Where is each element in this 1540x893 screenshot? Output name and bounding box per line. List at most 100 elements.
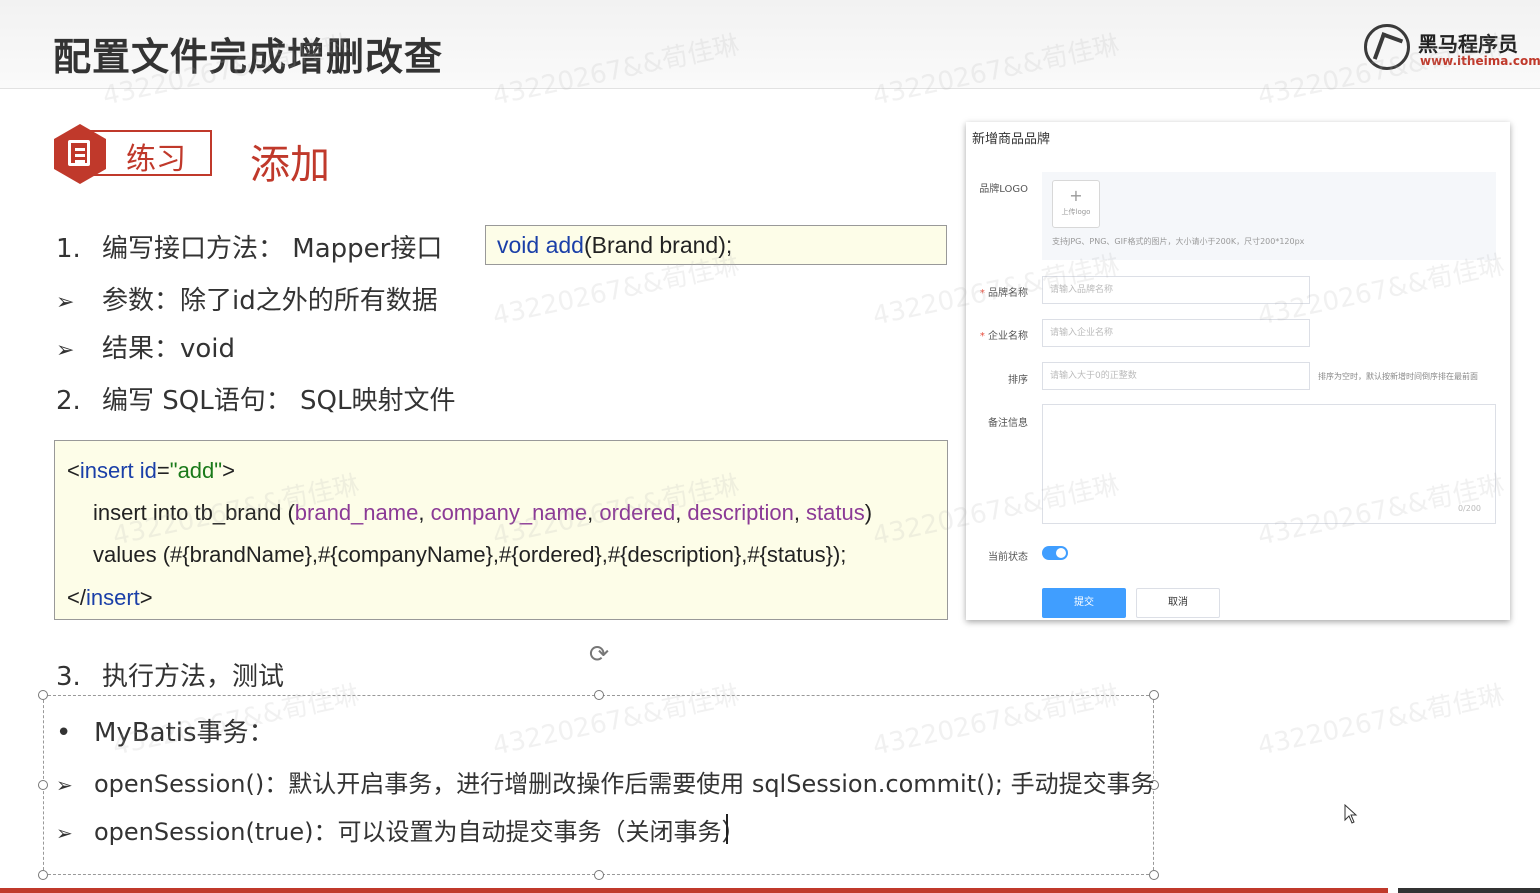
- code-string: "add": [169, 458, 223, 483]
- code-tag: insert: [85, 585, 140, 610]
- company-name-label-text: 企业名称: [988, 331, 1028, 342]
- code-punct: ,: [587, 500, 600, 525]
- submit-button[interactable]: 提交: [1042, 588, 1126, 618]
- logo-name: 黑马程序员: [1418, 32, 1518, 56]
- char-count: 0/200: [1457, 504, 1481, 513]
- param-item: ➢ 参数：除了id之外的所有数据: [56, 280, 438, 317]
- code-punct: >: [139, 585, 153, 610]
- brand-name-label: * 品牌名称: [970, 284, 1028, 299]
- code-line-4: </insert>: [67, 585, 153, 611]
- watermark: 43220267&&荀佳琳: [1255, 680, 1507, 762]
- step-number: 2.: [56, 386, 81, 416]
- result-text: 结果：void: [102, 334, 236, 364]
- order-label: 排序: [1008, 375, 1028, 386]
- status-toggle[interactable]: [1042, 546, 1068, 560]
- code-column: status: [806, 500, 865, 525]
- required-mark: *: [979, 331, 985, 342]
- step-3: 3. 执行方法，测试: [56, 656, 284, 693]
- open-session-true-item: ➢ openSession(true)：可以设置为自动提交事务（关闭事务）: [56, 812, 745, 847]
- step-text: 编写 SQL语句： SQL映射文件: [102, 386, 456, 416]
- horse-logo-icon: [1364, 24, 1410, 70]
- brand-name-input[interactable]: 请输入品牌名称: [1042, 276, 1310, 304]
- slide-title: 配置文件完成增删改查: [53, 35, 444, 79]
- bottom-dark-bar: [1398, 888, 1540, 893]
- code-attr: id: [133, 458, 157, 483]
- code-line-1: <insert id="add">: [67, 458, 235, 484]
- code-punct: =: [156, 458, 170, 483]
- brand-logo: 黑马程序员 www.itheima.com: [1364, 22, 1540, 74]
- mouse-cursor-icon: [1344, 804, 1358, 824]
- arrow-bullet-icon: ➢: [56, 290, 75, 315]
- bottom-accent-bar: [0, 888, 1388, 893]
- text-caret: [726, 814, 728, 844]
- code-punct: ,: [418, 500, 431, 525]
- rotate-handle-icon[interactable]: ⟳: [585, 640, 613, 668]
- resize-handle-n[interactable]: [594, 690, 604, 700]
- code-punct: ,: [793, 500, 807, 525]
- upload-hint: 支持JPG、PNG、GIF格式的图片，大小请小于200K，尺寸200*120px: [1052, 237, 1305, 246]
- step-2: 2. 编写 SQL语句： SQL映射文件: [56, 380, 455, 417]
- brand-name-label-text: 品牌名称: [988, 288, 1028, 299]
- code-punct: >: [222, 458, 235, 483]
- resize-handle-w[interactable]: [38, 780, 48, 790]
- code-column: ordered: [599, 500, 676, 525]
- code-column: brand_name: [294, 500, 419, 525]
- step-number: 1.: [56, 234, 81, 264]
- logo-url: www.itheima.com: [1420, 54, 1540, 68]
- code-tag: insert: [79, 458, 134, 483]
- bullet-dot: •: [56, 718, 72, 748]
- step-text: 编写接口方法： Mapper接口: [102, 234, 443, 264]
- cancel-button[interactable]: 取消: [1136, 588, 1220, 618]
- transaction-title: • MyBatis事务：: [56, 712, 275, 749]
- code-text: insert into tb_brand (: [93, 500, 295, 525]
- param-text: 参数：除了id之外的所有数据: [102, 286, 438, 316]
- section-title: 添加: [250, 142, 330, 188]
- code-column: description: [687, 500, 794, 525]
- exercise-badge: 练习: [54, 124, 214, 184]
- upload-logo-label: 上传logo: [1061, 208, 1091, 216]
- slide-header: 配置文件完成增删改查 黑马程序员 www.itheima.com: [0, 0, 1540, 89]
- company-name-label: * 企业名称: [970, 327, 1028, 342]
- arrow-bullet-icon: ➢: [56, 821, 73, 845]
- upload-logo-button[interactable]: + 上传logo: [1052, 180, 1100, 228]
- code-punct: <: [67, 458, 80, 483]
- code-line-3: values (#{brandName},#{companyName},#{or…: [93, 542, 847, 567]
- step-number: 3.: [56, 662, 81, 692]
- step-1: 1. 编写接口方法： Mapper接口: [56, 228, 442, 265]
- code-punct: ): [864, 500, 873, 525]
- description-label: 备注信息: [988, 418, 1028, 429]
- badge-label: 练习: [126, 142, 186, 177]
- resize-handle-sw[interactable]: [38, 870, 48, 880]
- arrow-bullet-icon: ➢: [56, 338, 75, 363]
- open-session-item: ➢ openSession()：默认开启事务，进行增删改操作后需要使用 sqlSe…: [56, 764, 1155, 799]
- code-rest: (Brand brand);: [583, 232, 733, 258]
- code-keyword: void add: [497, 232, 584, 258]
- step-text: 执行方法，测试: [102, 662, 285, 692]
- result-item: ➢ 结果：void: [56, 328, 235, 365]
- order-input[interactable]: 请输入大于0的正整数: [1042, 362, 1310, 390]
- logo-label: 品牌LOGO: [979, 184, 1028, 195]
- sql-mapping-code: <insert id="add"> insert into tb_brand (…: [54, 440, 948, 620]
- resize-handle-s[interactable]: [594, 870, 604, 880]
- required-mark: *: [979, 288, 985, 299]
- method-signature-code: void add(Brand brand);: [485, 225, 947, 265]
- form-title: 新增商品品牌: [972, 132, 1051, 147]
- resize-handle-ne[interactable]: [1149, 690, 1159, 700]
- code-punct: </: [67, 585, 86, 610]
- transaction-title-text: MyBatis事务：: [94, 718, 275, 748]
- company-name-input[interactable]: 请输入企业名称: [1042, 319, 1310, 347]
- description-textarea[interactable]: 0/200: [1042, 404, 1496, 524]
- resize-handle-nw[interactable]: [38, 690, 48, 700]
- document-icon: [68, 140, 90, 166]
- arrow-bullet-icon: ➢: [56, 773, 73, 797]
- order-hint: 排序为空时，默认按新增时间倒序排在最前面: [1318, 372, 1478, 381]
- resize-handle-se[interactable]: [1149, 870, 1159, 880]
- code-punct: ,: [675, 500, 688, 525]
- open-session-text: openSession()：默认开启事务，进行增删改操作后需要使用 sqlSes…: [94, 770, 1155, 798]
- logo-upload-area: + 上传logo 支持JPG、PNG、GIF格式的图片，大小请小于200K，尺寸…: [1042, 172, 1496, 260]
- code-column: company_name: [430, 500, 588, 525]
- status-label: 当前状态: [988, 552, 1028, 563]
- open-session-true-text: openSession(true)：可以设置为自动提交事务（关闭事务）: [94, 818, 746, 846]
- plus-icon: +: [1069, 186, 1083, 205]
- code-line-2: insert into tb_brand (brand_name, compan…: [93, 500, 872, 526]
